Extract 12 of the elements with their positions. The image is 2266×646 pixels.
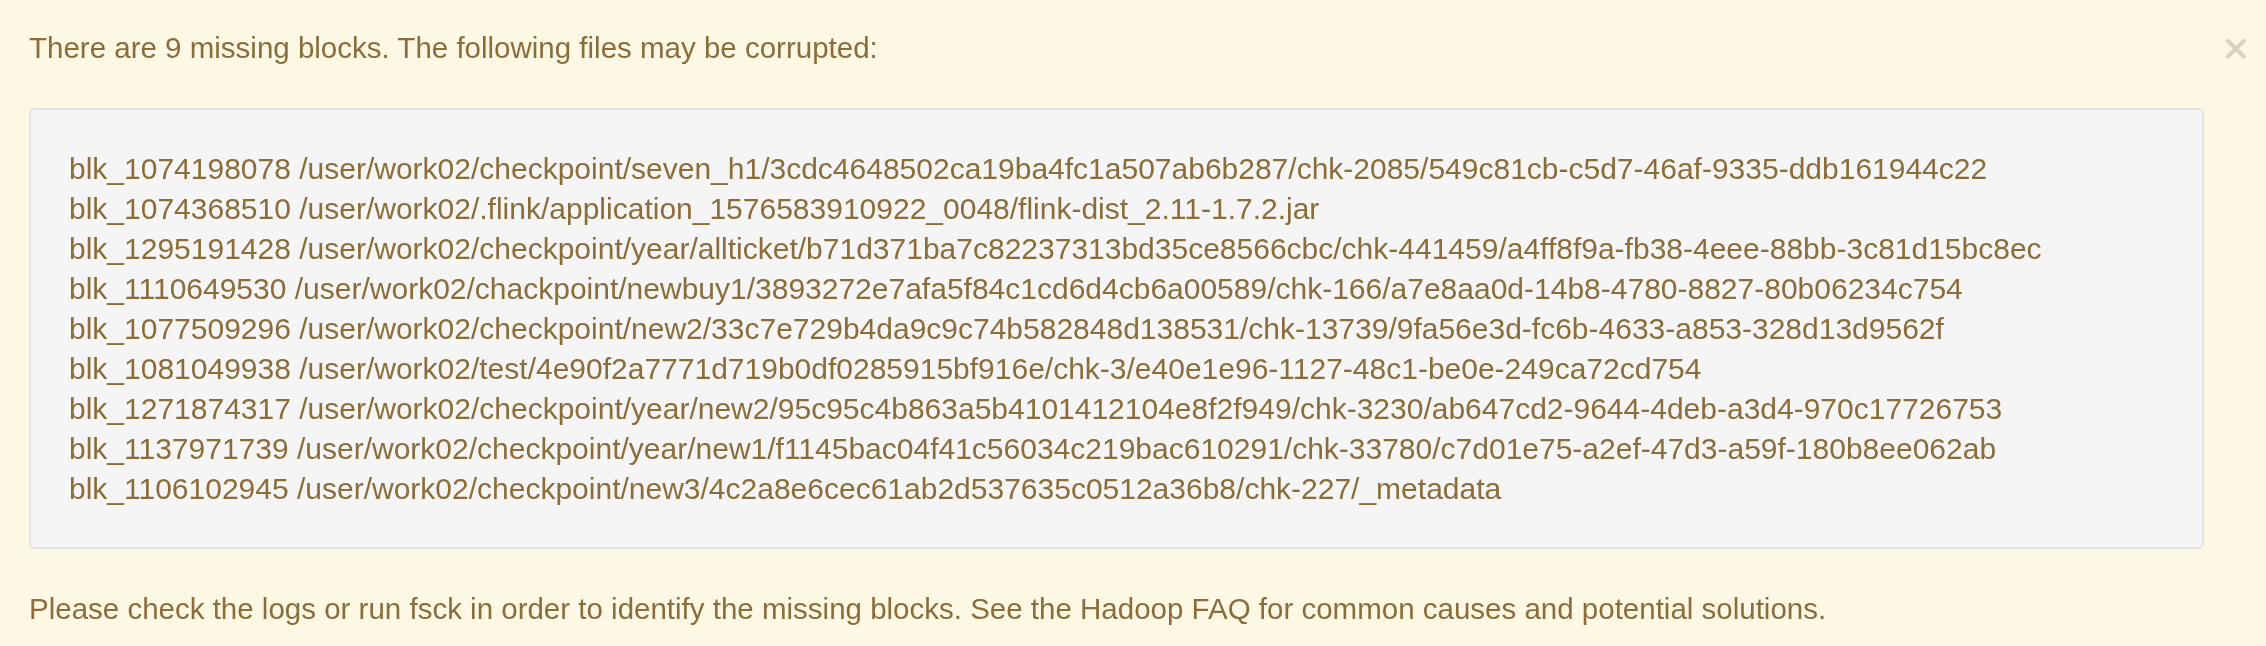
corrupted-file-entry: blk_1137971739 /user/work02/checkpoint/year/new1/f1145bac04f41c56034c219bac610291/chk-33780/c7d01e75-a2ef-47d3-a59f-180b8ee062ab [69, 431, 1997, 467]
corrupted-file-entry: blk_1110649530 /user/work02/chackpoint/newbuy1/3893272e7afa5f84c1cd6d4cb6a00589/chk-166/a7e8aa0d-14b8-4780-8827-80b06234c754 [69, 271, 1963, 307]
close-button[interactable]: × [2220, 28, 2251, 68]
corrupted-file-entry: blk_1106102945 /user/work02/checkpoint/new3/4c2a8e6cec61ab2d537635c0512a36b8/chk-227/_metadata [69, 471, 1502, 507]
corrupted-file-entry: blk_1074368510 /user/work02/.flink/application_1576583910922_0048/flink-dist_2.11-1.7.2.jar [69, 191, 1320, 227]
corrupted-file-entry: blk_1077509296 /user/work02/checkpoint/new2/33c7e729b4da9c9c74b582848d138531/chk-13739/9fa56e3d-fc6b-4633-a853-328d13d9562f [69, 311, 1944, 347]
corrupted-file-entry: blk_1295191428 /user/work02/checkpoint/year/allticket/b71d371ba7c82237313bd35ce8566cbc/chk-441459/a4ff8f9a-fb38-4eee-88bb-3c81d15bc8ec [69, 231, 2042, 267]
corrupted-file-entry: blk_1074198078 /user/work02/checkpoint/seven_h1/3cdc4648502ca19ba4fc1a507ab6b287/chk-2085/549c81cb-c5d7-46af-9335-ddb161944c22 [69, 151, 1988, 187]
alert-message: There are 9 missing blocks. The following files may be corrupted: [29, 30, 878, 66]
corrupted-file-entry: blk_1081049938 /user/work02/test/4e90f2a7771d719b0df0285915bf916e/chk-3/e40e1e96-1127-48c1-be0e-249ca72cd754 [69, 351, 1702, 387]
alert-hint: Please check the logs or run fsck in order to identify the missing blocks. See the Hadoop FAQ for common causes and potential solutions. [29, 591, 1828, 627]
corrupted-file-entry: blk_1271874317 /user/work02/checkpoint/year/new2/95c95c4b863a5b4101412104e8f2f949/chk-3230/ab647cd2-9644-4deb-a3d4-970c17726753 [69, 391, 2003, 427]
